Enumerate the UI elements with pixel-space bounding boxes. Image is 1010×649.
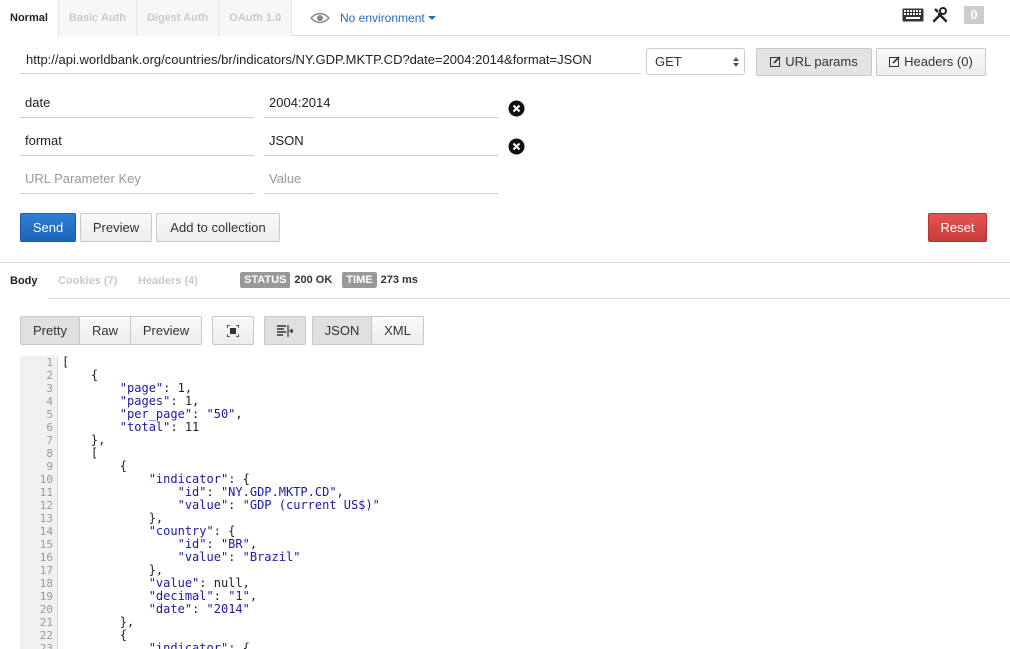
tab-response-headers[interactable]: Headers (4) (128, 263, 208, 299)
param-value-format[interactable]: JSON (264, 126, 498, 156)
param-key-format[interactable]: format (20, 126, 254, 156)
line-number: 15 (39, 538, 53, 551)
line-number: 14 (39, 525, 53, 538)
line-number: 17 (39, 564, 53, 577)
line-number: 4 (46, 395, 53, 408)
param-key-date[interactable]: date (20, 88, 254, 118)
new-param-key-input[interactable]: URL Parameter Key (20, 164, 254, 194)
top-icons: 0 (902, 6, 984, 24)
status-tag: STATUS (240, 272, 291, 288)
raw-button[interactable]: Raw (80, 317, 131, 344)
line-number: 19 (39, 590, 53, 603)
line-number: 12 (39, 499, 53, 512)
json-button[interactable]: JSON (313, 317, 372, 344)
wrap-lines-button[interactable] (264, 316, 306, 345)
wrap-lines-icon (277, 324, 293, 337)
method-value: GET (655, 54, 682, 69)
tools-icon[interactable] (932, 7, 948, 23)
top-bar: Normal Basic Auth Digest Auth OAuth 1.0 … (0, 0, 1010, 37)
status-value: 200 OK (294, 274, 333, 286)
line-number: 18 (39, 577, 53, 590)
send-button[interactable]: Send (20, 213, 76, 242)
tab-normal[interactable]: Normal (0, 0, 59, 37)
fullscreen-icon (227, 324, 239, 337)
auth-tabs: Normal Basic Auth Digest Auth OAuth 1.0 (0, 0, 293, 37)
method-select[interactable]: GET (646, 48, 745, 75)
preview-mode-button[interactable]: Preview (131, 317, 201, 344)
time-value: 273 ms (380, 274, 418, 286)
xml-button[interactable]: XML (372, 317, 423, 344)
response-body[interactable]: 1 2 3 4 5 6 7 8 9 10 11 12 13 14 15 16 17 18 19 20 21 22 23 [ … (20, 356, 1009, 649)
remove-param-icon[interactable] (508, 138, 525, 155)
tab-digest-auth[interactable]: Digest Auth (136, 0, 220, 36)
fullscreen-button[interactable] (212, 316, 254, 345)
code-line: "indicator": { (148, 641, 250, 649)
environment-selector[interactable]: No environment (310, 8, 436, 28)
line-numbers: 1 2 3 4 5 6 7 8 9 10 11 12 13 14 15 16 17 18 19 20 21 22 23 (20, 356, 58, 649)
keyboard-icon[interactable] (902, 8, 924, 22)
line-number: 8 (46, 447, 53, 460)
edit-icon (770, 56, 781, 67)
remove-param-icon[interactable] (508, 100, 525, 117)
tab-basic-auth[interactable]: Basic Auth (58, 0, 137, 36)
code-line: }, (62, 433, 106, 447)
response-meta: STATUS 200 OK TIME 273 ms (240, 272, 418, 288)
line-number: 10 (39, 473, 53, 486)
line-number: 22 (39, 629, 53, 642)
line-number: 13 (39, 512, 53, 525)
headers-label: Headers (0) (904, 54, 973, 69)
line-number: 16 (39, 551, 53, 564)
line-number: 1 (46, 356, 53, 369)
pretty-button[interactable]: Pretty (21, 317, 80, 344)
add-to-collection-button[interactable]: Add to collection (156, 213, 280, 242)
line-number: 7 (46, 434, 53, 447)
line-number: 9 (46, 460, 53, 473)
format-group: JSON XML (312, 316, 424, 345)
time-tag: TIME (342, 272, 377, 288)
tab-body[interactable]: Body (0, 263, 48, 299)
url-input[interactable] (20, 46, 641, 74)
eye-icon[interactable] (310, 11, 330, 25)
chevron-down-icon (427, 16, 436, 20)
line-number: 6 (46, 421, 53, 434)
view-mode-group: Pretty Raw Preview (20, 316, 202, 345)
notification-counter[interactable]: 0 (964, 6, 984, 24)
url-params-label: URL params (785, 54, 858, 69)
new-param-value-input[interactable]: Value (264, 164, 498, 194)
line-number: 11 (39, 486, 53, 499)
edit-icon (889, 56, 900, 67)
line-number: 20 (39, 603, 53, 616)
url-params-button[interactable]: URL params (756, 48, 872, 76)
tab-cookies[interactable]: Cookies (7) (48, 263, 127, 299)
line-number: 2 (46, 369, 53, 382)
line-number: 3 (46, 382, 53, 395)
response-tabs: Body Cookies (7) Headers (4) STATUS 200 … (0, 262, 1010, 299)
param-value-date[interactable]: 2004:2014 (264, 88, 498, 118)
line-number: 5 (46, 408, 53, 421)
headers-button[interactable]: Headers (0) (876, 48, 986, 76)
code-line: [ (62, 356, 70, 369)
select-arrows-icon (733, 57, 739, 67)
line-number: 23 (39, 642, 53, 649)
code-line: "total": 11 (119, 420, 200, 434)
preview-button[interactable]: Preview (80, 213, 152, 242)
environment-label[interactable]: No environment (340, 11, 425, 25)
reset-button[interactable]: Reset (928, 213, 987, 242)
line-number: 21 (39, 616, 53, 629)
code-lines: [ { "page": 1, "pages": 1, "per_page": "… (62, 356, 380, 649)
tab-oauth[interactable]: OAuth 1.0 (219, 0, 293, 36)
